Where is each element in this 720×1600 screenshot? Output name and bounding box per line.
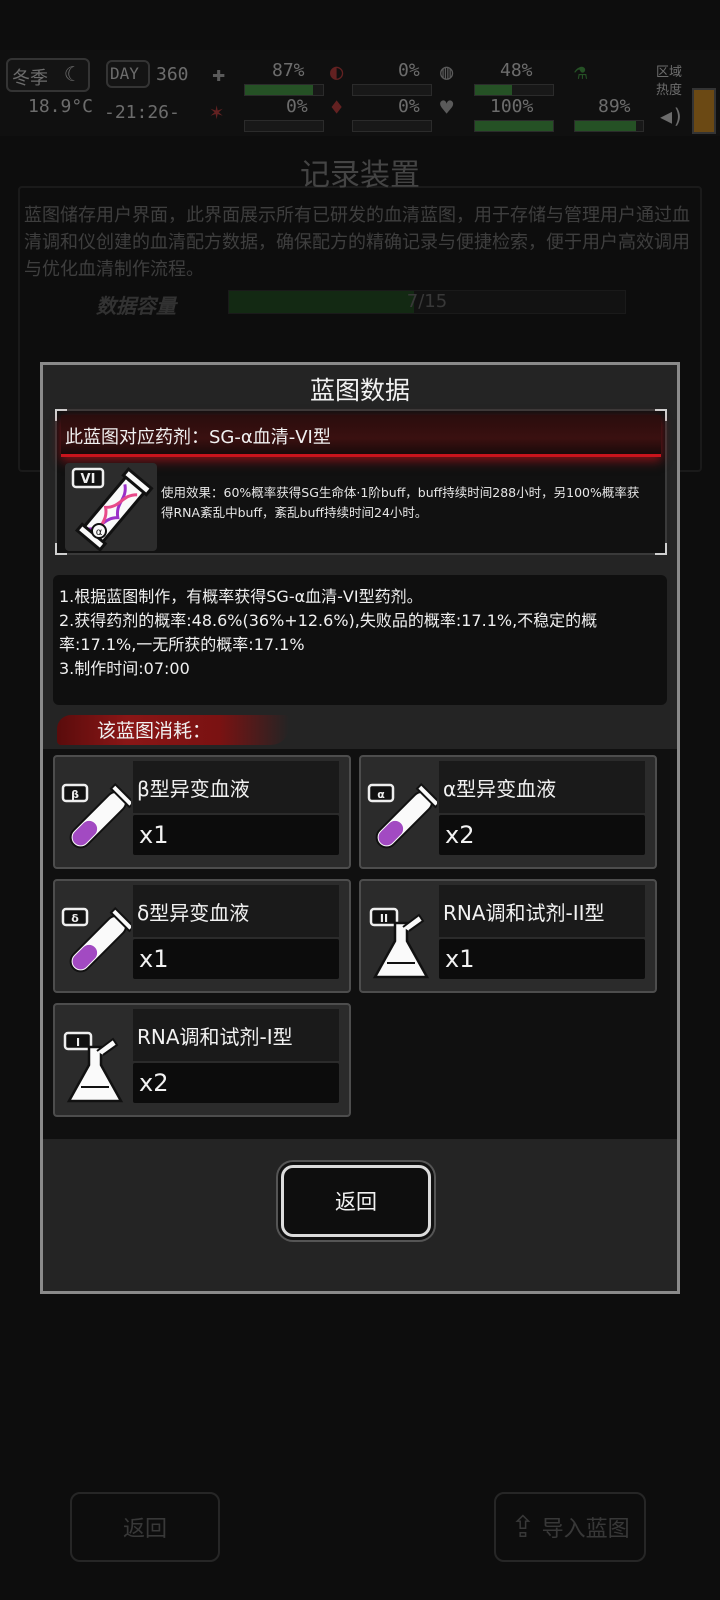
svg-text:β: β — [71, 788, 79, 801]
material-card[interactable]: I RNA调和试剂-I型 x2 — [53, 1003, 351, 1117]
medicine-panel: 此蓝图对应药剂：SG-α血清-VI型 VI α 使用效果：60%概率获得SG生命… — [55, 409, 667, 555]
rule-line-1: 1.根据蓝图制作，有概率获得SG-α血清-VI型药剂。 — [59, 587, 423, 606]
material-quantity: x2 — [133, 1063, 339, 1103]
blueprint-dialog: 蓝图数据 此蓝图对应药剂：SG-α血清-VI型 VI α 使用效果：60%概率获… — [40, 362, 680, 1294]
page-title: 记录装置 — [300, 158, 420, 193]
material-card[interactable]: β β型异变血液 x1 — [53, 755, 351, 869]
return-button[interactable]: 返回 — [281, 1165, 431, 1237]
medicine-effect: 使用效果：60%概率获得SG生命体·1阶buff，buff持续时间288小时，另… — [161, 485, 640, 520]
health-stat: 87% — [272, 60, 305, 81]
import-blueprint-label: 导入蓝图 — [541, 1517, 630, 1542]
flask-icon: II — [365, 887, 437, 987]
dialog-title: 蓝图数据 — [309, 376, 410, 405]
flask-icon: I — [59, 1011, 131, 1111]
thirst-stat: 0% — [398, 96, 420, 117]
thirst-bar — [352, 120, 432, 132]
test-tube-icon: β — [59, 763, 136, 863]
medicine-name: 此蓝图对应药剂：SG-α血清-VI型 — [65, 427, 331, 448]
mood-stat: 48% — [500, 60, 533, 81]
page-description: 蓝图储存用户界面，此界面展示所有已研发的血清蓝图，用于存储与管理用户通过血清调和… — [24, 205, 690, 280]
material-name: RNA调和试剂-I型 — [133, 1009, 339, 1061]
svg-text:I: I — [76, 1036, 80, 1049]
material-name: α型异变血液 — [439, 761, 645, 813]
day-count: 360 — [156, 64, 189, 85]
day-badge: DAY — [106, 60, 150, 88]
capacity-label: 数据容量 — [96, 294, 176, 318]
material-name: β型异变血液 — [133, 761, 339, 813]
bleed-stat: 0% — [286, 96, 308, 117]
rule-line-3: 3.制作时间:07:00 — [59, 659, 190, 678]
medicine-header: 此蓝图对应药剂：SG-α血清-VI型 — [61, 415, 661, 457]
material-name: RNA调和试剂-II型 — [439, 885, 645, 937]
region-heat-label: 区域热度 — [656, 65, 683, 98]
toxin-bar — [574, 120, 644, 132]
material-card[interactable]: δ δ型异变血液 x1 — [53, 879, 351, 993]
heart-icon: ♥ — [440, 96, 454, 121]
test-tube-icon: α — [365, 763, 442, 863]
toxin-stat: 89% — [598, 96, 631, 117]
capsule-icon: ◍ — [440, 60, 454, 85]
material-quantity: x1 — [133, 815, 339, 855]
material-card[interactable]: α α型异变血液 x2 — [359, 755, 657, 869]
material-quantity: x1 — [133, 939, 339, 979]
capacity-text: 7/15 — [406, 291, 448, 312]
capacity-bar: 7/15 — [228, 290, 626, 314]
material-list: β β型异变血液 x1 α α型异变血液 x2 δ δ型异变血液 x1 II R… — [43, 749, 677, 1139]
bg-back-button[interactable]: 返回 — [70, 1492, 220, 1562]
clock-text: -21:26- — [104, 102, 180, 123]
speaker-icon[interactable]: ◀) — [660, 104, 684, 128]
medkit-icon: ✚ — [212, 62, 226, 87]
svg-text:α: α — [96, 527, 103, 538]
production-rules: 1.根据蓝图制作，有概率获得SG-α血清-VI型药剂。 2.获得药剂的概率:48… — [53, 575, 667, 705]
drop-icon: ♦ — [330, 96, 344, 121]
mood-bar — [474, 84, 554, 96]
svg-text:VI: VI — [81, 472, 96, 487]
svg-text:II: II — [380, 912, 388, 925]
import-blueprint-button[interactable]: ⇪ 导入蓝图 — [494, 1492, 646, 1562]
heart-bar — [474, 120, 554, 132]
material-quantity: x2 — [439, 815, 645, 855]
moon-icon: ☾ — [64, 62, 77, 86]
season-panel: 冬季 ☾ — [6, 58, 90, 92]
heart-stat: 100% — [490, 96, 534, 117]
svg-text:δ: δ — [71, 912, 79, 925]
bleed-bar — [244, 120, 324, 132]
material-card[interactable]: II RNA调和试剂-II型 x1 — [359, 879, 657, 993]
hunger-stat: 0% — [398, 60, 420, 81]
blood-icon: ✶ — [210, 100, 224, 125]
svg-text:α: α — [377, 788, 385, 801]
stomach-icon: ◐ — [330, 60, 344, 85]
flask-status-icon: ⚗ — [574, 60, 588, 85]
temperature-text: 18.9°C — [28, 96, 94, 117]
consumption-header: 该蓝图消耗： — [57, 711, 289, 747]
health-bar — [244, 84, 324, 96]
material-quantity: x1 — [439, 939, 645, 979]
rule-line-2: 2.获得药剂的概率:48.6%(36%+12.6%),失败品的概率:17.1%,… — [59, 611, 598, 654]
season-text: 冬季 — [12, 68, 48, 89]
heat-gauge — [692, 88, 716, 134]
consumption-label: 该蓝图消耗： — [97, 720, 212, 742]
upload-icon: ⇪ — [510, 1509, 536, 1545]
serum-vial-icon: VI α — [65, 463, 157, 552]
hunger-bar — [352, 84, 432, 96]
test-tube-icon: δ — [59, 887, 136, 987]
status-bar: 冬季 ☾ 18.9°C DAY 360 -21:26- ✚ 87% ◐ 0% ◍… — [0, 50, 720, 136]
material-name: δ型异变血液 — [133, 885, 339, 937]
